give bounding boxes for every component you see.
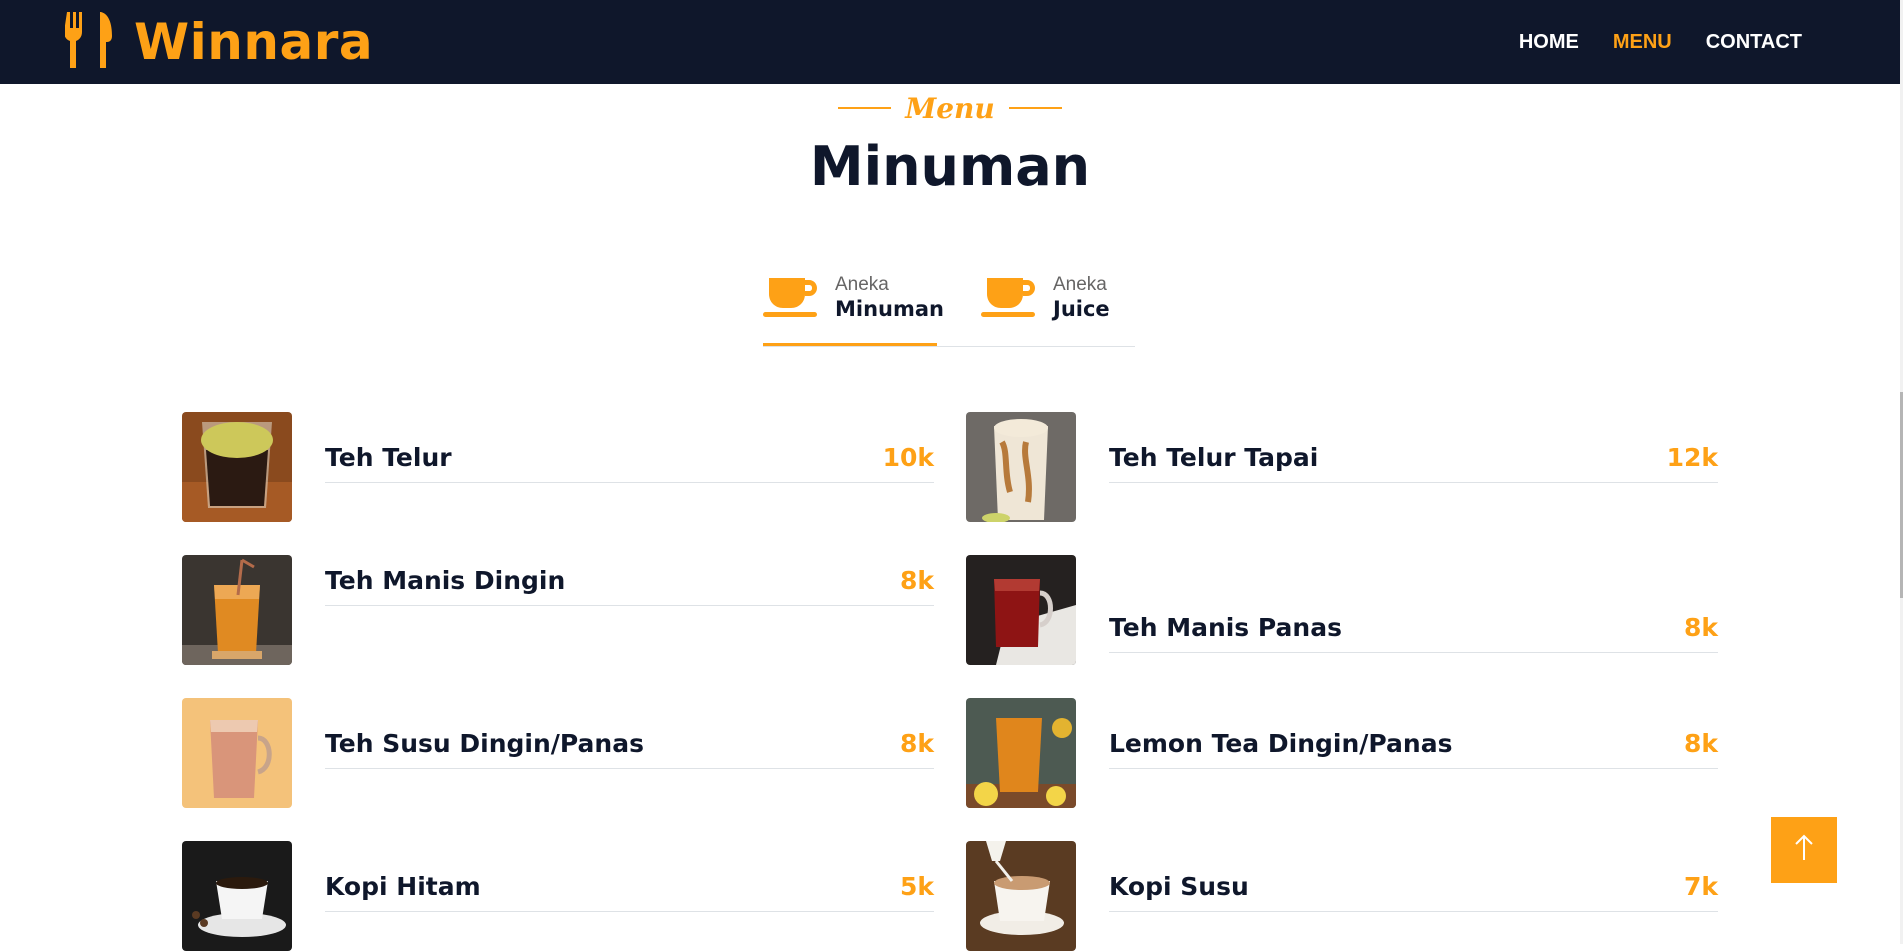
menu-tabs: Aneka Minuman Aneka Juice <box>763 262 1135 347</box>
nav-link-contact[interactable]: CONTACT <box>1706 31 1802 54</box>
tab-aneka-minuman[interactable]: Aneka Minuman <box>763 262 944 346</box>
tab-small-label: Aneka <box>835 274 889 295</box>
nav-links: HOME MENU CONTACT <box>1485 0 1802 84</box>
coffee-cup-icon <box>981 262 1039 327</box>
divider-line-right <box>1008 107 1062 109</box>
page-title: Minuman <box>809 135 1091 198</box>
menu-item-name: Kopi Susu <box>1109 871 1249 901</box>
drink-image <box>966 698 1076 808</box>
back-to-top-button[interactable] <box>1771 817 1837 883</box>
menu-item-name: Teh Susu Dingin/Panas <box>325 728 644 758</box>
menu-item[interactable]: Teh Susu Dingin/Panas 8k <box>182 698 934 808</box>
menu-item-price: 8k <box>899 565 934 595</box>
menu-item-price: 8k <box>1683 612 1718 642</box>
menu-item-price: 8k <box>1683 728 1718 758</box>
menu-item[interactable]: Teh Manis Dingin 8k <box>182 555 934 665</box>
brand-name: Winnara <box>134 13 374 71</box>
drink-image <box>966 412 1076 522</box>
tab-big-label: Juice <box>1053 297 1110 321</box>
menu-item[interactable]: Teh Manis Panas 8k <box>966 555 1718 665</box>
menu-item-name: Teh Manis Dingin <box>325 565 566 595</box>
menu-item[interactable]: Lemon Tea Dingin/Panas 8k <box>966 698 1718 808</box>
nav-link-home[interactable]: HOME <box>1519 31 1579 54</box>
menu-item-name: Lemon Tea Dingin/Panas <box>1109 728 1453 758</box>
menu-item-name: Teh Telur Tapai <box>1109 442 1319 472</box>
drink-image <box>966 555 1076 665</box>
menu-item[interactable]: Teh Telur 10k <box>182 412 934 522</box>
menu-item[interactable]: Kopi Susu 7k <box>966 841 1718 951</box>
menu-item-price: 7k <box>1683 871 1718 901</box>
menu-item[interactable]: Kopi Hitam 5k <box>182 841 934 951</box>
menu-item-price: 8k <box>899 728 934 758</box>
arrow-up-icon <box>1793 834 1815 867</box>
menu-item-price: 10k <box>882 442 934 472</box>
divider-line-left <box>838 107 892 109</box>
drink-image <box>966 841 1076 951</box>
tab-small-label: Aneka <box>1053 274 1107 295</box>
section-subtitle: Menu <box>838 90 1062 126</box>
drink-image <box>182 698 292 808</box>
menu-item-price: 5k <box>899 871 934 901</box>
drink-image <box>182 841 292 951</box>
nav-link-menu[interactable]: MENU <box>1613 31 1672 54</box>
tab-big-label: Minuman <box>835 297 944 321</box>
drink-image <box>182 412 292 522</box>
utensils-icon <box>64 11 113 73</box>
coffee-cup-icon <box>763 262 821 327</box>
menu-item[interactable]: Teh Telur Tapai 12k <box>966 412 1718 522</box>
drink-image <box>182 555 292 665</box>
menu-item-name: Teh Manis Panas <box>1109 612 1342 642</box>
brand-logo-link[interactable]: Winnara <box>64 10 374 74</box>
navbar: Winnara HOME MENU CONTACT <box>0 0 1900 84</box>
menu-item-price: 12k <box>1666 442 1718 472</box>
menu-item-name: Kopi Hitam <box>325 871 481 901</box>
menu-item-name: Teh Telur <box>325 442 452 472</box>
tab-aneka-juice[interactable]: Aneka Juice <box>981 262 1131 344</box>
section-subtitle-text: Menu <box>905 91 995 125</box>
